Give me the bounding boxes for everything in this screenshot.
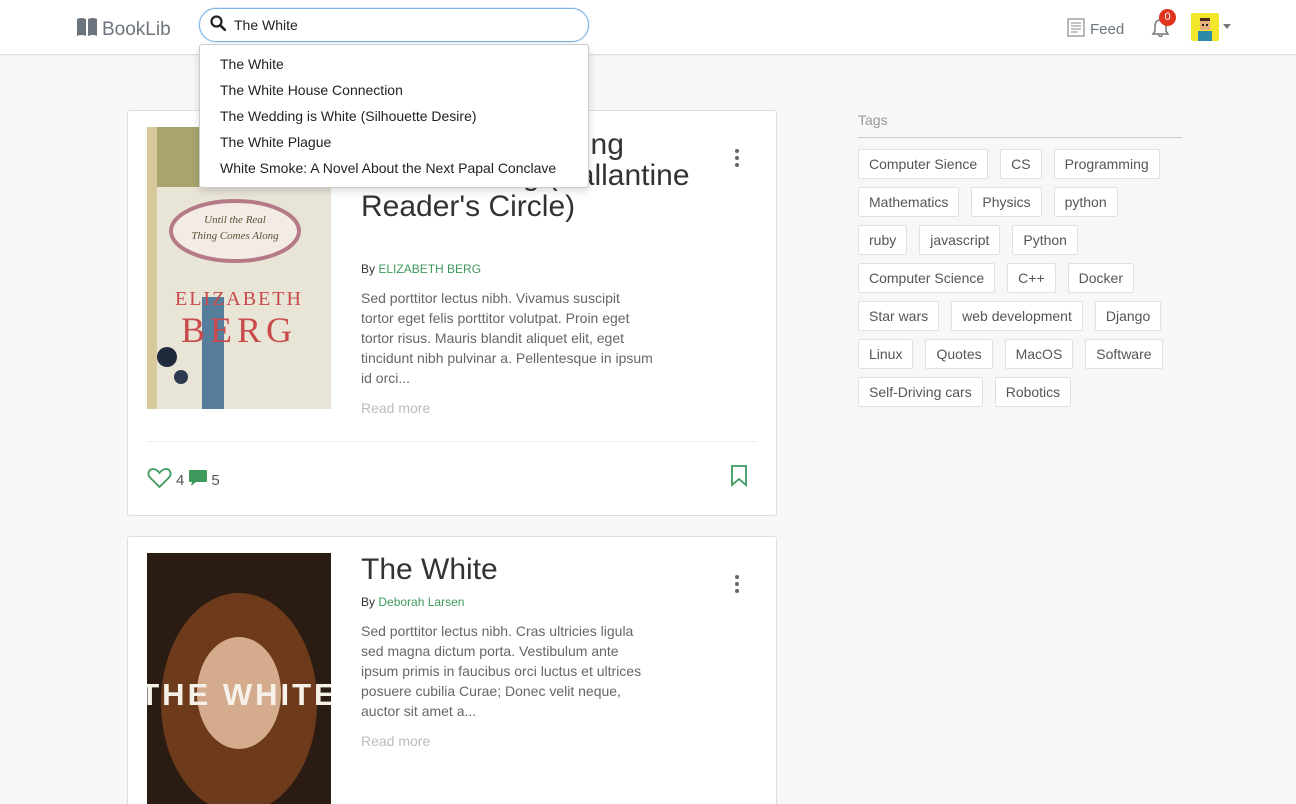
read-more-link[interactable]: Read more xyxy=(361,733,430,749)
feed-label: Feed xyxy=(1090,21,1125,38)
author-link[interactable]: ELIZABETH BERG xyxy=(378,262,481,276)
newspaper-icon xyxy=(1067,18,1090,41)
tag[interactable]: Self-Driving cars xyxy=(858,377,983,407)
avatar[interactable] xyxy=(1191,13,1219,41)
book-icon xyxy=(76,17,102,43)
search-box[interactable] xyxy=(199,8,589,42)
tag[interactable]: python xyxy=(1053,187,1118,217)
chevron-down-icon[interactable] xyxy=(1223,24,1231,29)
more-options-icon[interactable] xyxy=(734,575,740,593)
more-options-icon[interactable] xyxy=(734,149,740,167)
heart-icon[interactable] xyxy=(147,467,172,493)
brand-name: BookLib xyxy=(102,19,171,40)
tag-list: Computer Sience CS Programming Mathemati… xyxy=(858,149,1188,415)
tag[interactable]: Linux xyxy=(858,339,914,369)
search-suggestion[interactable]: The White House Connection xyxy=(200,78,588,104)
tag[interactable]: javascript xyxy=(919,225,1001,255)
tag[interactable]: Computer Science xyxy=(858,263,996,293)
comment-count: 5 xyxy=(211,471,220,489)
notification-badge: 0 xyxy=(1159,9,1176,26)
tag[interactable]: Python xyxy=(1012,225,1078,255)
tag[interactable]: ruby xyxy=(858,225,908,255)
by-label: By xyxy=(361,595,376,609)
tag[interactable]: Programming xyxy=(1053,149,1160,179)
tag[interactable]: C++ xyxy=(1007,263,1056,293)
tag[interactable]: Django xyxy=(1094,301,1162,331)
search-icon xyxy=(210,14,227,36)
svg-text:Until the Real: Until the Real xyxy=(204,214,266,226)
tag[interactable]: Software xyxy=(1085,339,1163,369)
read-more-link[interactable]: Read more xyxy=(361,400,430,416)
tag[interactable]: Physics xyxy=(971,187,1042,217)
book-cover[interactable]: THE WHITE xyxy=(147,553,331,804)
tag[interactable]: Quotes xyxy=(925,339,993,369)
comment-icon[interactable] xyxy=(188,468,208,492)
svg-text:ELIZABETH: ELIZABETH xyxy=(175,288,303,310)
navbar: BookLib Feed 0 xyxy=(0,0,1296,55)
search-suggestions: The White The White House Connection The… xyxy=(199,44,589,188)
book-author-line: By ELIZABETH BERG xyxy=(361,262,481,276)
svg-text:Thing Comes Along: Thing Comes Along xyxy=(191,230,279,242)
bookmark-icon[interactable] xyxy=(730,465,748,492)
card-actions: 4 5 xyxy=(147,467,220,493)
search-suggestion[interactable]: The White Plague xyxy=(200,130,588,156)
search-suggestion[interactable]: The White xyxy=(200,52,588,78)
search-suggestion[interactable]: White Smoke: A Novel About the Next Papa… xyxy=(200,156,588,182)
search-suggestion[interactable]: The Wedding is White (Silhouette Desire) xyxy=(200,104,588,130)
search-input[interactable] xyxy=(234,17,564,33)
svg-text:THE WHITE: THE WHITE xyxy=(147,677,331,712)
tags-heading: Tags xyxy=(858,112,888,128)
tag[interactable]: Computer Sience xyxy=(858,149,989,179)
tag[interactable]: Robotics xyxy=(994,377,1072,407)
svg-text:BERG: BERG xyxy=(181,310,297,350)
like-count: 4 xyxy=(176,471,185,489)
author-link[interactable]: Deborah Larsen xyxy=(378,595,464,609)
tag[interactable]: CS xyxy=(1000,149,1042,179)
book-title[interactable]: The White xyxy=(361,554,691,585)
book-card: THE WHITE The White By Deborah Larsen Se… xyxy=(127,536,777,804)
feed-link[interactable]: Feed xyxy=(1067,18,1124,41)
book-author-line: By Deborah Larsen xyxy=(361,595,464,609)
tag[interactable]: Mathematics xyxy=(858,187,960,217)
brand-link[interactable]: BookLib xyxy=(76,17,171,43)
tag[interactable]: Docker xyxy=(1067,263,1134,293)
tag[interactable]: Star wars xyxy=(858,301,940,331)
divider xyxy=(147,441,757,442)
divider xyxy=(858,137,1182,138)
book-description: Sed porttitor lectus nibh. Cras ultricie… xyxy=(361,623,642,719)
tag[interactable]: MacOS xyxy=(1004,339,1074,369)
tag[interactable]: web development xyxy=(951,301,1083,331)
by-label: By xyxy=(361,262,376,276)
book-description: Sed porttitor lectus nibh. Vivamus susci… xyxy=(361,290,653,386)
